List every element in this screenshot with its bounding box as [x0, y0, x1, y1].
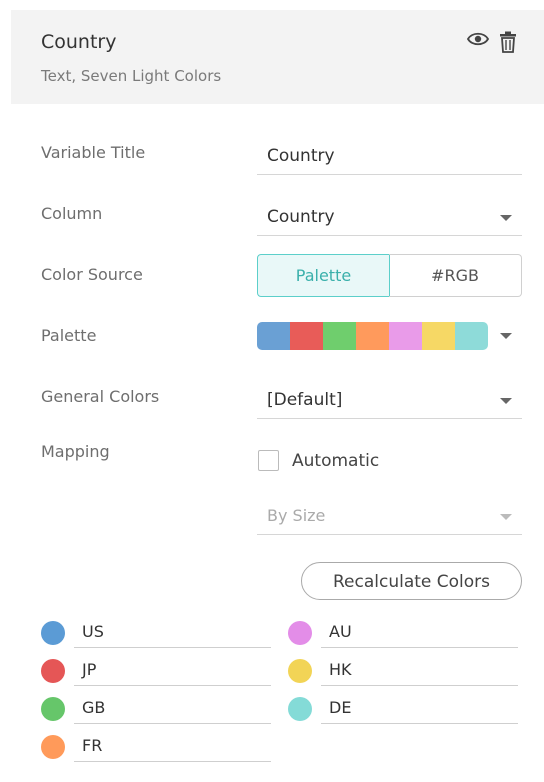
- palette-option[interactable]: Palette: [257, 254, 390, 297]
- color-item: HK: [288, 658, 520, 686]
- by-size-value: By Size: [267, 506, 326, 525]
- by-size-select[interactable]: By Size: [257, 499, 522, 535]
- variable-panel: Country Text, Seven Light Colors Variabl…: [11, 10, 544, 782]
- variable-title-input[interactable]: Country: [257, 139, 522, 175]
- palette-swatch: [323, 322, 356, 350]
- color-dot[interactable]: [41, 735, 65, 759]
- eye-icon[interactable]: [466, 31, 490, 51]
- color-item-field[interactable]: FR: [74, 734, 271, 762]
- rgb-option[interactable]: #RGB: [389, 254, 522, 297]
- color-item-label: AU: [329, 622, 352, 641]
- chevron-down-icon: [500, 398, 512, 404]
- general-colors-select[interactable]: [Default]: [257, 383, 522, 419]
- recalculate-colors-button[interactable]: Recalculate Colors: [301, 562, 522, 600]
- mapping-label: Mapping: [41, 442, 110, 461]
- color-item: DE: [288, 696, 520, 724]
- color-item-label: US: [82, 622, 104, 641]
- palette-swatch: [455, 322, 488, 350]
- color-dot[interactable]: [41, 621, 65, 645]
- color-dot[interactable]: [41, 697, 65, 721]
- color-item-label: HK: [329, 660, 352, 679]
- color-item-label: GB: [82, 698, 106, 717]
- color-item: FR: [41, 734, 273, 762]
- general-colors-value: [Default]: [267, 390, 343, 410]
- panel-subtitle: Text, Seven Light Colors: [41, 67, 222, 85]
- color-dot[interactable]: [41, 659, 65, 683]
- palette-label: Palette: [41, 326, 97, 345]
- color-item-label: JP: [82, 660, 97, 679]
- variable-title-value: Country: [267, 146, 335, 166]
- color-item-label: DE: [329, 698, 352, 717]
- palette-swatch: [290, 322, 323, 350]
- trash-icon[interactable]: [499, 31, 517, 57]
- palette-swatch: [422, 322, 455, 350]
- palette-swatch: [389, 322, 422, 350]
- color-item-field[interactable]: GB: [74, 696, 271, 724]
- column-select[interactable]: Country: [257, 200, 522, 236]
- color-source-label: Color Source: [41, 265, 143, 284]
- column-label: Column: [41, 204, 103, 223]
- color-item-field[interactable]: DE: [321, 696, 518, 724]
- color-dot[interactable]: [288, 697, 312, 721]
- color-item: US: [41, 620, 273, 648]
- general-colors-label: General Colors: [41, 387, 160, 406]
- color-dot[interactable]: [288, 659, 312, 683]
- chevron-down-icon[interactable]: [500, 333, 512, 339]
- color-item: AU: [288, 620, 520, 648]
- color-item-label: FR: [82, 736, 103, 755]
- palette-swatch: [356, 322, 389, 350]
- color-item-field[interactable]: HK: [321, 658, 518, 686]
- panel-title: Country: [41, 31, 117, 53]
- automatic-label: Automatic: [292, 451, 380, 471]
- automatic-checkbox[interactable]: [258, 450, 279, 471]
- color-dot[interactable]: [288, 621, 312, 645]
- color-item-field[interactable]: AU: [321, 620, 518, 648]
- column-value: Country: [267, 207, 335, 227]
- color-item: JP: [41, 658, 273, 686]
- palette-select[interactable]: [257, 322, 488, 350]
- variable-title-label: Variable Title: [41, 143, 146, 162]
- palette-swatch: [257, 322, 290, 350]
- color-item-field[interactable]: JP: [74, 658, 271, 686]
- chevron-down-icon: [500, 215, 512, 221]
- chevron-down-icon: [500, 514, 512, 520]
- color-item: GB: [41, 696, 273, 724]
- color-source-toggle: Palette #RGB: [257, 254, 522, 297]
- color-item-field[interactable]: US: [74, 620, 271, 648]
- panel-header: Country Text, Seven Light Colors: [11, 10, 544, 104]
